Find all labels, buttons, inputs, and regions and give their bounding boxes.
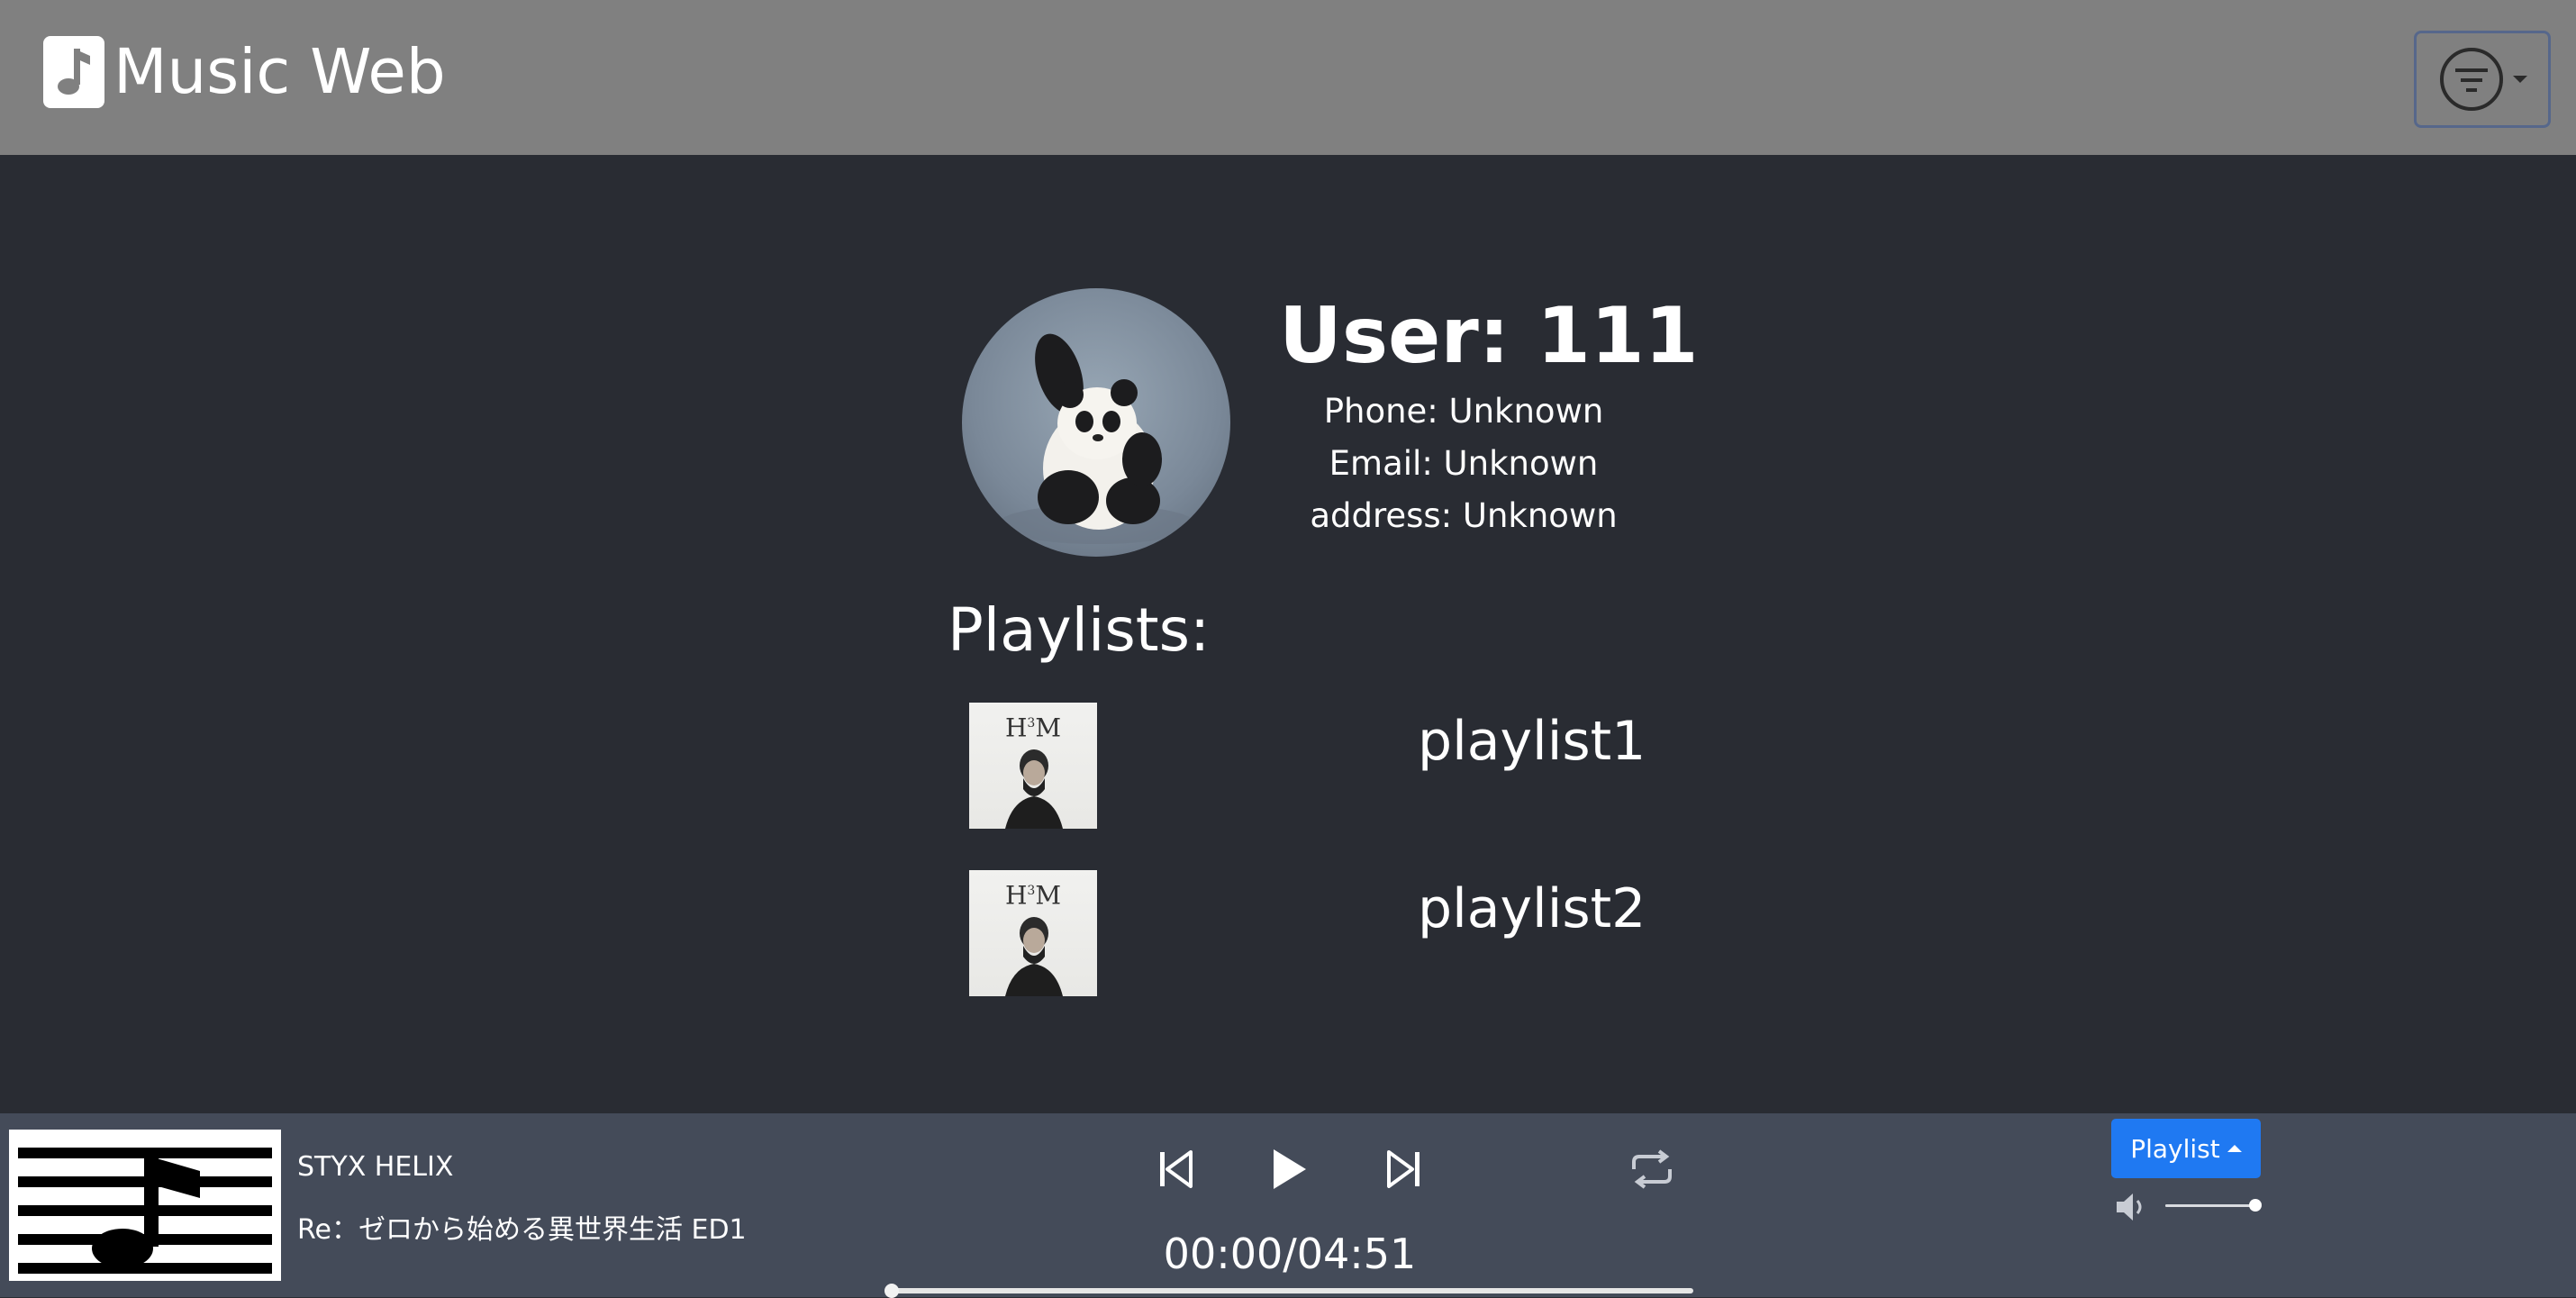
avatar [962,288,1230,557]
player-bar: STYX HELIX Re：ゼロから始める異世界生活 ED1 00:00/04:… [0,1113,2576,1298]
top-navbar: Music Web [0,0,2576,155]
next-button[interactable] [1383,1144,1423,1194]
playlist-item[interactable]: H3M playlist1 [969,703,1654,829]
user-phone: Phone: Unknown [1323,392,1604,431]
app-title: Music Web [113,36,446,108]
playlist-button[interactable]: Playlist [2111,1119,2261,1178]
playlist-name: playlist2 [1418,877,1646,940]
volume-icon[interactable] [2113,1189,2149,1225]
playlist-name: playlist1 [1418,710,1646,773]
repeat-icon [1632,1149,1672,1189]
next-icon [1387,1150,1420,1188]
panda-image [998,333,1196,544]
volume-slider[interactable] [2165,1199,2262,1212]
play-button[interactable] [1265,1140,1315,1198]
volume-thumb[interactable] [2249,1199,2262,1212]
playlist-cover: H3M [969,703,1097,829]
playlist-cover: H3M [969,870,1097,996]
song-title: STYX HELIX [297,1151,454,1183]
previous-icon [1160,1150,1193,1188]
brand[interactable]: Music Web [43,36,446,108]
playlist-button-label: Playlist [2130,1133,2220,1164]
caret-up-icon [2227,1145,2242,1152]
caret-down-icon [2513,76,2527,83]
filter-icon [2440,48,2503,111]
volume-fill [2165,1204,2255,1207]
user-address: address: Unknown [1310,496,1618,535]
user-info: User: 111 Phone: Unknown Email: Unknown … [1279,286,1699,542]
user-title: User: 111 [1279,291,1699,381]
playlists-heading: Playlists: [948,595,1211,665]
previous-button[interactable] [1156,1144,1196,1194]
playlist-item[interactable]: H3M playlist2 [969,870,1654,996]
music-note-icon [43,36,104,108]
progress-thumb[interactable] [884,1284,899,1298]
song-subtitle: Re：ゼロから始める異世界生活 ED1 [297,1214,747,1246]
play-icon [1274,1149,1306,1189]
song-cover [9,1130,281,1281]
filter-dropdown-button[interactable] [2414,31,2551,128]
playback-time: 00:00/04:51 [1163,1230,1417,1278]
repeat-button[interactable] [1627,1144,1677,1194]
progress-bar[interactable] [884,1284,1693,1298]
user-email: Email: Unknown [1329,444,1599,483]
